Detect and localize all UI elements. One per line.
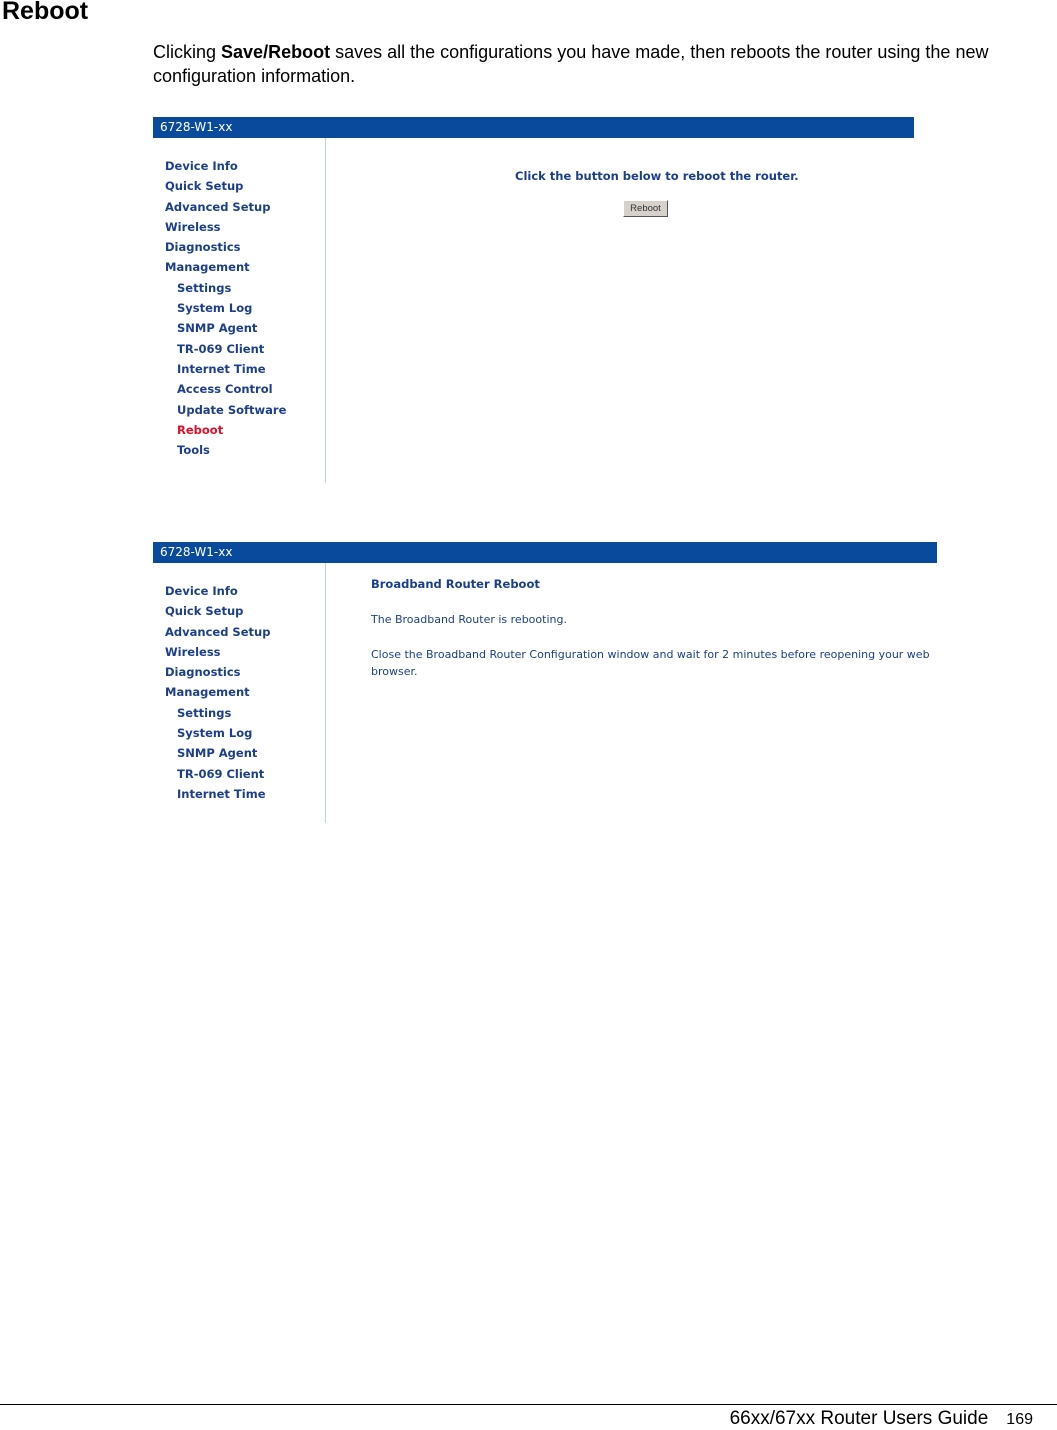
reboot-button[interactable]: Reboot xyxy=(623,200,668,217)
sidebar-item-settings[interactable]: Settings xyxy=(153,278,325,298)
guide-title: 66xx/67xx Router Users Guide xyxy=(729,1408,989,1429)
sidebar-item-reboot[interactable]: Reboot xyxy=(153,420,325,440)
header-bar: 6728-W1-xx xyxy=(153,117,914,138)
sidebar-item-advanced-setup[interactable]: Advanced Setup xyxy=(153,197,325,217)
sidebar-item-tr-069-client[interactable]: TR-069 Client xyxy=(153,339,325,359)
sidebar-item-internet-time[interactable]: Internet Time xyxy=(153,359,325,379)
device-model-title: 6728-W1-xx xyxy=(160,120,233,134)
sidebar-item-update-software[interactable]: Update Software xyxy=(153,400,325,420)
reboot-page-screenshot: 6728-W1-xx Device Info Quick Setup Advance… xyxy=(153,117,914,483)
sidebar-item-tr-069-client[interactable]: TR-069 Client xyxy=(153,764,325,784)
rebooting-page-screenshot: 6728-W1-xx Device Info Quick Setup Advance… xyxy=(153,542,937,823)
sidebar-item-system-log[interactable]: System Log xyxy=(153,298,325,318)
intro-prefix: Clicking xyxy=(153,42,222,62)
section-title: Reboot xyxy=(2,0,89,25)
sidebar-item-management[interactable]: Management xyxy=(153,257,325,277)
intro-paragraph: Clicking Save/Reboot saves all the confi… xyxy=(153,40,1053,88)
sidebar-item-system-log[interactable]: System Log xyxy=(153,723,325,743)
sidebar-item-diagnostics[interactable]: Diagnostics xyxy=(153,662,325,682)
rebooting-status-text: The Broadband Router is rebooting. xyxy=(371,613,567,626)
sidebar-item-device-info[interactable]: Device Info xyxy=(153,156,325,176)
sidebar-item-snmp-agent[interactable]: SNMP Agent xyxy=(153,743,325,763)
sidebar-item-tools[interactable]: Tools xyxy=(153,440,325,460)
sidebar-item-settings[interactable]: Settings xyxy=(153,703,325,723)
message-title: Broadband Router Reboot xyxy=(371,577,540,591)
rebooting-instructions-text: Close the Broadband Router Configuration… xyxy=(371,648,930,678)
page-number: 169 xyxy=(1006,1411,1033,1428)
sidebar-item-quick-setup[interactable]: Quick Setup xyxy=(153,176,325,196)
footer-divider xyxy=(0,1404,1057,1405)
sidebar-item-diagnostics[interactable]: Diagnostics xyxy=(153,237,325,257)
header-bar: 6728-W1-xx xyxy=(153,542,937,563)
sidebar-item-access-control[interactable]: Access Control xyxy=(153,379,325,399)
sidebar-item-management[interactable]: Management xyxy=(153,682,325,702)
reboot-prompt: Click the button below to reboot the rou… xyxy=(515,169,799,183)
sidebar-item-advanced-setup[interactable]: Advanced Setup xyxy=(153,622,325,642)
sidebar-item-device-info[interactable]: Device Info xyxy=(153,581,325,601)
sidebar-item-wireless[interactable]: Wireless xyxy=(153,642,325,662)
sidebar-item-internet-time[interactable]: Internet Time xyxy=(153,784,325,804)
sidebar-item-quick-setup[interactable]: Quick Setup xyxy=(153,601,325,621)
sidebar-item-snmp-agent[interactable]: SNMP Agent xyxy=(153,318,325,338)
sidebar-item-wireless[interactable]: Wireless xyxy=(153,217,325,237)
device-model-title: 6728-W1-xx xyxy=(160,545,233,559)
sidebar-nav: Device Info Quick Setup Advanced Setup Wire… xyxy=(153,563,326,823)
sidebar-nav: Device Info Quick Setup Advanced Setup Wire… xyxy=(153,138,326,483)
intro-bold-term: Save/Reboot xyxy=(221,42,331,62)
